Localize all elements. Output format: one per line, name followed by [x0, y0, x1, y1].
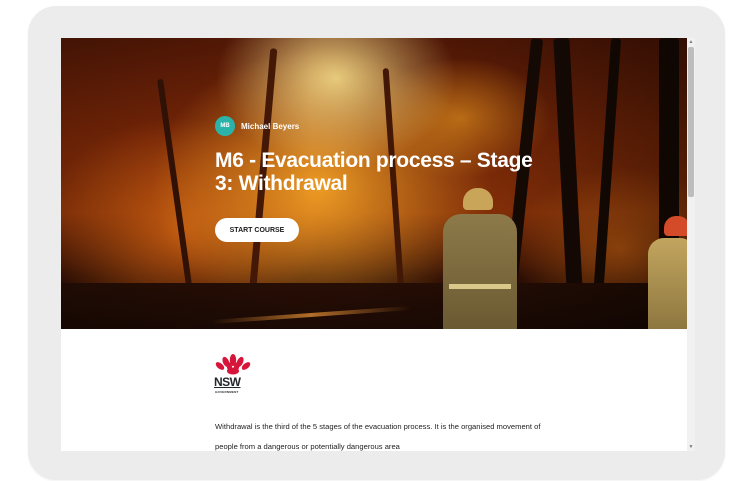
scroll-down-arrow-icon[interactable]: ▼	[687, 443, 695, 451]
author-row: MB Michael Beyers	[215, 116, 299, 136]
firefighter-body	[443, 214, 517, 329]
firefighter-helmet	[664, 216, 687, 236]
course-viewport: MB Michael Beyers M6 - Evacuation proces…	[61, 38, 687, 451]
course-screen: MB Michael Beyers M6 - Evacuation proces…	[61, 38, 695, 451]
author-avatar: MB	[215, 116, 235, 136]
nsw-subtitle: GOVERNMENT	[215, 390, 239, 394]
firefighter-figure	[443, 188, 521, 329]
nsw-government-logo: NSW GOVERNMENT	[213, 354, 253, 398]
scroll-up-arrow-icon[interactable]: ▲	[687, 38, 695, 46]
intro-paragraph: Withdrawal is the third of the 5 stages …	[215, 422, 541, 451]
nsw-wordmark: NSW	[214, 375, 241, 389]
vertical-scrollbar[interactable]: ▲ ▼	[687, 38, 695, 451]
hero-banner: MB Michael Beyers M6 - Evacuation proces…	[61, 38, 687, 329]
waratah-icon	[215, 354, 251, 375]
author-name: Michael Beyers	[241, 121, 300, 131]
scroll-thumb[interactable]	[688, 47, 694, 197]
course-title: M6 - Evacuation process – Stage 3: Withd…	[215, 149, 533, 195]
firefighter-stripe	[449, 284, 511, 289]
start-course-button[interactable]: START COURSE	[215, 218, 299, 242]
firefighter-figure-2	[644, 216, 687, 329]
firefighter-body	[648, 238, 687, 329]
